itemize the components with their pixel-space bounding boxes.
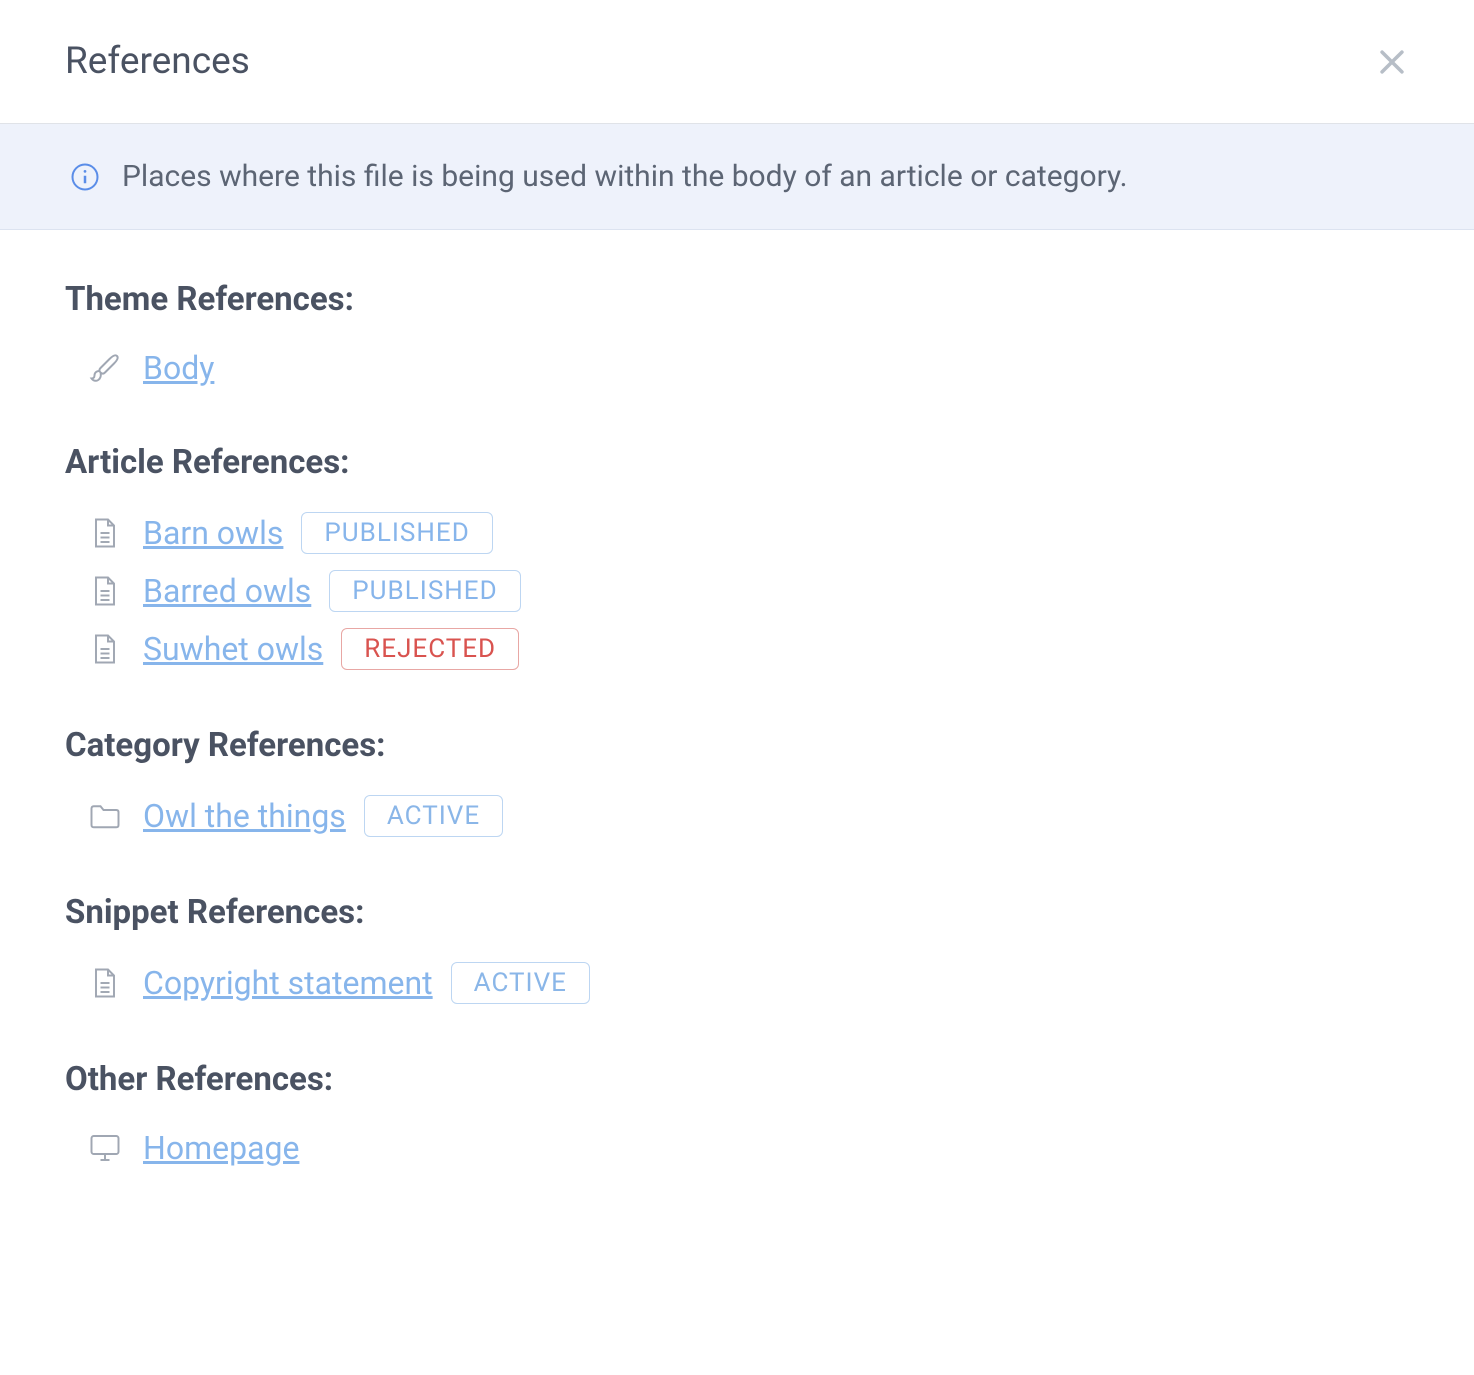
close-button[interactable]: [1375, 45, 1409, 79]
other-references-section: Other References: Homepage: [65, 1060, 1409, 1175]
article-ref-link-barred-owls[interactable]: Barred owls: [143, 572, 311, 610]
theme-section-title: Theme References:: [65, 280, 1409, 319]
other-ref-link-homepage[interactable]: Homepage: [143, 1129, 299, 1167]
theme-references-section: Theme References: Body: [65, 280, 1409, 395]
document-icon: [85, 965, 125, 1001]
dialog-header: References: [0, 0, 1474, 124]
category-references-section: Category References: Owl the things ACTI…: [65, 726, 1409, 845]
info-icon: [70, 162, 100, 192]
article-ref-link-suwhet-owls[interactable]: Suwhet owls: [143, 630, 323, 668]
theme-ref-link-body[interactable]: Body: [143, 349, 214, 387]
document-icon: [85, 515, 125, 551]
folder-icon: [85, 798, 125, 834]
article-ref-item: Barn owls PUBLISHED: [65, 504, 1409, 562]
close-icon: [1375, 45, 1409, 79]
references-content: Theme References: Body Article Reference…: [0, 230, 1474, 1273]
snippet-ref-link-copyright[interactable]: Copyright statement: [143, 964, 433, 1002]
status-badge: PUBLISHED: [301, 512, 492, 554]
status-badge: REJECTED: [341, 628, 519, 670]
other-ref-item: Homepage: [65, 1121, 1409, 1175]
article-ref-link-barn-owls[interactable]: Barn owls: [143, 514, 283, 552]
document-icon: [85, 631, 125, 667]
category-ref-item: Owl the things ACTIVE: [65, 787, 1409, 845]
category-ref-link-owl-the-things[interactable]: Owl the things: [143, 797, 346, 835]
article-ref-item: Barred owls PUBLISHED: [65, 562, 1409, 620]
article-ref-item: Suwhet owls REJECTED: [65, 620, 1409, 678]
snippet-section-title: Snippet References:: [65, 893, 1409, 932]
status-badge: ACTIVE: [364, 795, 503, 837]
dialog-title: References: [65, 40, 250, 83]
snippet-ref-item: Copyright statement ACTIVE: [65, 954, 1409, 1012]
status-badge: PUBLISHED: [329, 570, 520, 612]
monitor-icon: [85, 1130, 125, 1166]
info-banner: Places where this file is being used wit…: [0, 124, 1474, 230]
category-section-title: Category References:: [65, 726, 1409, 765]
theme-ref-item: Body: [65, 341, 1409, 395]
brush-icon: [85, 350, 125, 386]
article-section-title: Article References:: [65, 443, 1409, 482]
status-badge: ACTIVE: [451, 962, 590, 1004]
other-section-title: Other References:: [65, 1060, 1409, 1099]
info-text: Places where this file is being used wit…: [122, 159, 1128, 194]
snippet-references-section: Snippet References: Copyright statement …: [65, 893, 1409, 1012]
document-icon: [85, 573, 125, 609]
article-references-section: Article References: Barn owls PUBLISHED: [65, 443, 1409, 678]
